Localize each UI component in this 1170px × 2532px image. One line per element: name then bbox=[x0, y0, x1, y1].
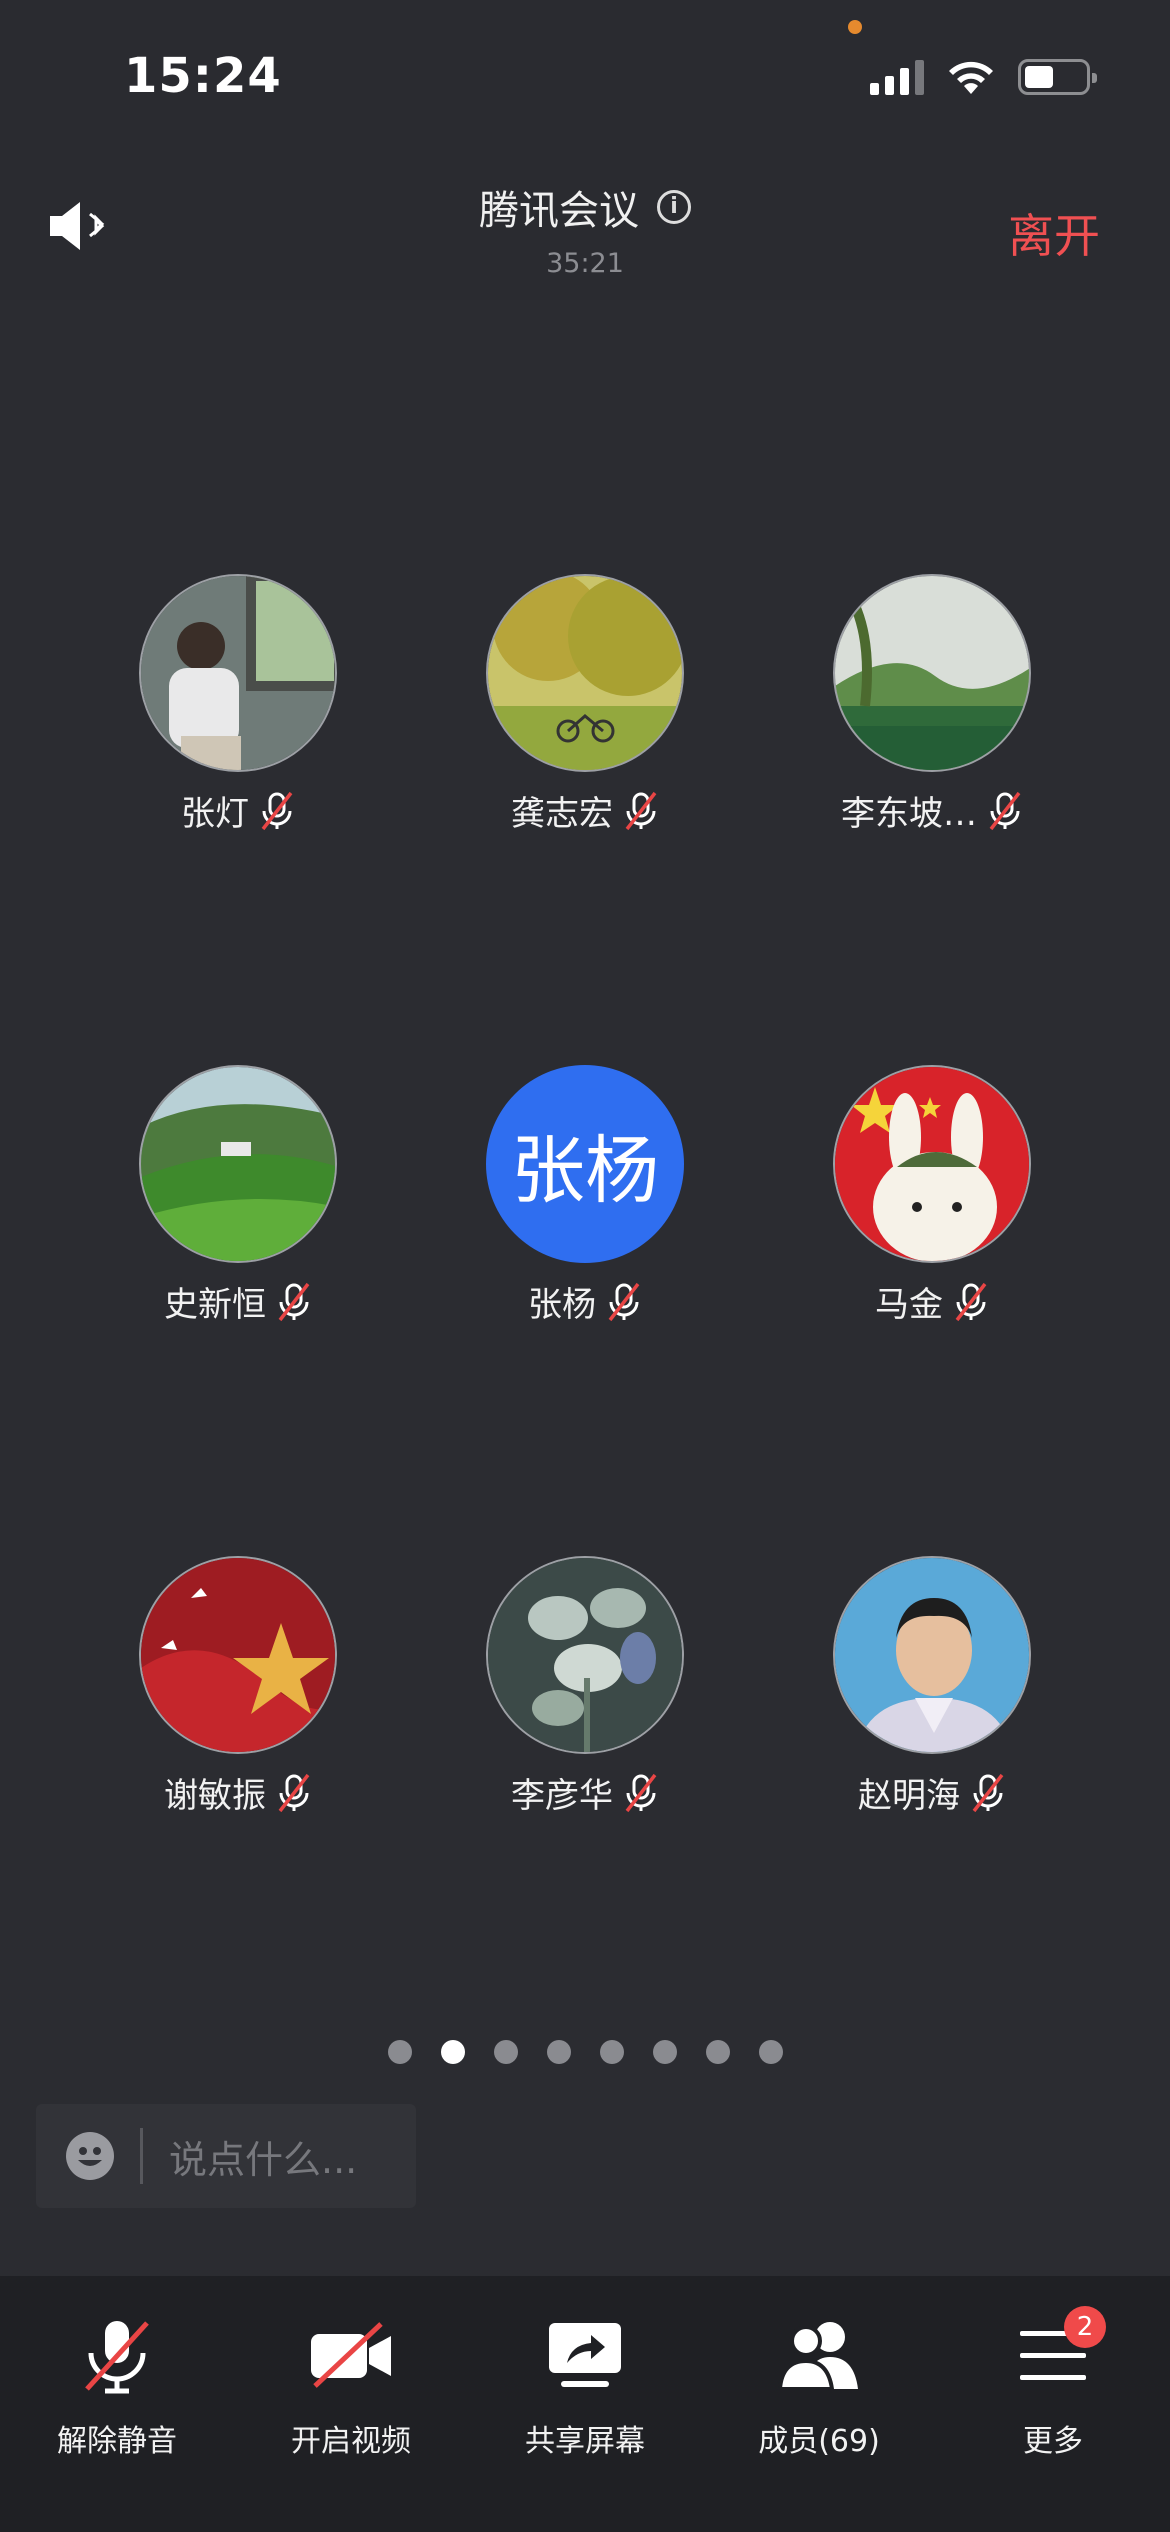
participant-name: 张灯 bbox=[181, 794, 249, 834]
participant-tile[interactable]: 张杨 张杨 bbox=[415, 1065, 755, 1326]
avatar bbox=[833, 1065, 1031, 1263]
members-label: 成员(69) bbox=[758, 2424, 880, 2459]
mic-muted-icon bbox=[625, 791, 657, 830]
page-dot[interactable] bbox=[599, 2040, 624, 2064]
participant-name-row: 史新恒 bbox=[68, 1277, 408, 1326]
participant-name-row: 李彦华 bbox=[415, 1768, 755, 1817]
start-video-label: 开启视频 bbox=[291, 2424, 411, 2459]
avatar bbox=[139, 1065, 337, 1263]
more-label: 更多 bbox=[1023, 2424, 1083, 2459]
camera-off-icon bbox=[311, 2322, 391, 2388]
avatar bbox=[486, 1556, 684, 1754]
cellular-signal-icon bbox=[870, 59, 924, 95]
leave-button[interactable]: 离开 bbox=[1008, 200, 1100, 266]
participant-name-row: 李东坡… bbox=[762, 786, 1102, 835]
mic-muted-icon bbox=[989, 791, 1021, 830]
page-indicator[interactable] bbox=[0, 2040, 1170, 2064]
page-dot-active[interactable] bbox=[440, 2040, 465, 2064]
participant-tile[interactable]: 赵明海 bbox=[762, 1556, 1102, 1817]
participant-tile[interactable]: 马金 bbox=[762, 1065, 1102, 1326]
avatar: 张杨 bbox=[486, 1065, 684, 1263]
mic-muted-icon bbox=[625, 1773, 657, 1812]
participant-name-row: 赵明海 bbox=[762, 1768, 1102, 1817]
participant-name: 李彦华 bbox=[511, 1776, 613, 1816]
mic-indicator-dot bbox=[848, 20, 862, 34]
status-bar: 15:24 bbox=[0, 0, 1170, 150]
notification-badge: 2 bbox=[1064, 2306, 1106, 2348]
mic-muted-icon bbox=[278, 1773, 310, 1812]
status-time: 15:24 bbox=[124, 48, 282, 104]
mic-muted-icon bbox=[278, 1282, 310, 1321]
members-button[interactable]: 成员(69) bbox=[702, 2300, 936, 2460]
meeting-header: 腾讯会议 i 35:21 离开 bbox=[0, 150, 1170, 300]
emoji-icon[interactable] bbox=[66, 2132, 114, 2180]
participant-tile[interactable]: 李彦华 bbox=[415, 1556, 755, 1817]
participant-tile[interactable]: 张灯 bbox=[68, 574, 408, 835]
page-dot[interactable] bbox=[387, 2040, 412, 2064]
unmute-button[interactable]: 解除静音 bbox=[0, 2300, 234, 2460]
participant-name: 马金 bbox=[875, 1285, 943, 1325]
unmute-label: 解除静音 bbox=[57, 2424, 177, 2459]
mic-off-icon bbox=[85, 2321, 149, 2394]
avatar bbox=[139, 574, 337, 772]
participant-name: 龚志宏 bbox=[511, 794, 613, 834]
more-button[interactable]: 2 更多 bbox=[936, 2300, 1170, 2460]
participant-name-row: 张杨 bbox=[415, 1277, 755, 1326]
share-screen-label: 共享屏幕 bbox=[525, 2424, 645, 2459]
mic-muted-icon bbox=[955, 1282, 987, 1321]
share-screen-icon bbox=[549, 2323, 621, 2387]
participant-tile[interactable]: 谢敏振 bbox=[68, 1556, 408, 1817]
participant-tile[interactable]: 李东坡… bbox=[762, 574, 1102, 835]
avatar bbox=[833, 574, 1031, 772]
mic-muted-icon bbox=[608, 1282, 640, 1321]
meeting-title[interactable]: 腾讯会议 i bbox=[479, 178, 691, 236]
participant-name-row: 龚志宏 bbox=[415, 786, 755, 835]
page-dot[interactable] bbox=[705, 2040, 730, 2064]
avatar bbox=[486, 574, 684, 772]
mic-muted-icon bbox=[972, 1773, 1004, 1812]
battery-icon bbox=[1018, 59, 1097, 95]
divider bbox=[140, 2128, 143, 2184]
bottom-toolbar: 解除静音 开启视频 共享屏幕 成员(69) 2 更多 bbox=[0, 2276, 1170, 2532]
participant-name: 史新恒 bbox=[164, 1285, 266, 1325]
members-icon bbox=[777, 2322, 858, 2391]
mic-muted-icon bbox=[261, 791, 293, 830]
participant-name: 李东坡… bbox=[841, 794, 977, 834]
participant-tile[interactable]: 史新恒 bbox=[68, 1065, 408, 1326]
participant-name: 赵明海 bbox=[858, 1776, 960, 1816]
info-icon[interactable]: i bbox=[657, 190, 691, 224]
page-dot[interactable] bbox=[546, 2040, 571, 2064]
participant-name-row: 张灯 bbox=[68, 786, 408, 835]
participant-tile[interactable]: 龚志宏 bbox=[415, 574, 755, 835]
page-dot[interactable] bbox=[493, 2040, 518, 2064]
status-icons bbox=[870, 58, 1097, 96]
meeting-title-text: 腾讯会议 bbox=[479, 188, 639, 234]
share-screen-button[interactable]: 共享屏幕 bbox=[468, 2300, 702, 2460]
participant-name: 谢敏振 bbox=[164, 1776, 266, 1816]
meeting-timer: 35:21 bbox=[546, 248, 624, 279]
page-dot[interactable] bbox=[652, 2040, 677, 2064]
participant-name-row: 马金 bbox=[762, 1277, 1102, 1326]
participant-name: 张杨 bbox=[528, 1285, 596, 1325]
wifi-icon bbox=[949, 61, 993, 94]
avatar bbox=[139, 1556, 337, 1754]
start-video-button[interactable]: 开启视频 bbox=[234, 2300, 468, 2460]
avatar bbox=[833, 1556, 1031, 1754]
chat-input-bar[interactable]: 说点什么... bbox=[36, 2104, 416, 2208]
participant-name-row: 谢敏振 bbox=[68, 1768, 408, 1817]
page-dot[interactable] bbox=[758, 2040, 783, 2064]
chat-input-placeholder[interactable]: 说点什么... bbox=[169, 2129, 357, 2184]
